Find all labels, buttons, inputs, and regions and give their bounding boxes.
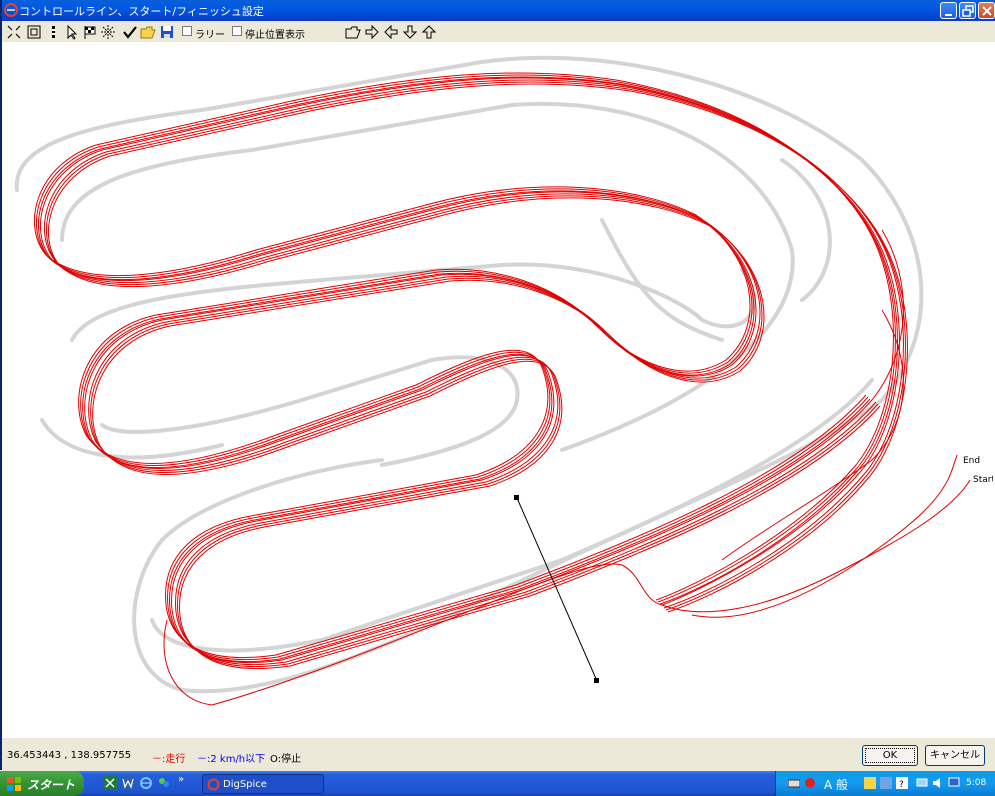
zoom-icon [27,25,41,39]
volume-icon[interactable] [932,777,944,789]
sparkle-button[interactable] [100,24,116,40]
taskbar: スタート » DigSpice A 般 ? 5:08 [0,771,995,796]
ime-tool-icon[interactable] [864,777,876,789]
zoom-button[interactable] [26,24,42,40]
track-inner-edge-4 [150,378,874,653]
lap-traces [33,72,971,706]
track-inner-edge-3 [100,355,520,467]
minimize-icon [945,14,952,16]
fit-icon [7,25,21,39]
rally-checkbox[interactable] [182,26,192,36]
digspice-icon [207,778,220,791]
security-icon[interactable] [804,777,816,789]
flag-icon [84,26,96,39]
title-bar[interactable]: コントロールライン、スタート/フィニッシュ設定 [2,0,995,21]
excel-icon[interactable] [103,776,117,790]
close-button[interactable] [978,2,995,19]
lap-trace-7 [47,83,908,670]
start-label: スタート [27,778,76,792]
coordinates-readout: 36.453443 , 138.957755 [7,750,132,761]
confirm-button[interactable] [122,24,138,40]
svg-text:?: ? [899,780,904,789]
close-icon [982,6,992,16]
start-label: Start [973,475,993,485]
end-label: End [963,456,980,466]
save-button[interactable] [159,24,175,40]
sparkle-icon [101,25,115,39]
arrow-up-icon [421,25,437,39]
task-digspice[interactable]: DigSpice [202,774,324,794]
open-button[interactable] [140,24,156,40]
ime-dict-icon[interactable] [880,777,892,789]
pointer-button[interactable] [64,24,80,40]
control-line-handle-start[interactable] [514,495,519,500]
maximize-button[interactable] [959,2,976,19]
network-icon[interactable] [916,777,928,789]
stop-display-checkbox[interactable] [232,26,242,36]
quicklaunch-more-icon[interactable]: » [178,774,184,785]
arrow-down-icon [402,25,418,39]
messenger-icon[interactable] [157,776,171,790]
legend-slow: －:2 km/h以下 [197,754,266,765]
app-icon [4,3,18,17]
lap-trace-1 [39,77,904,664]
exit-line [661,479,971,613]
control-line-segment[interactable] [516,497,598,682]
toolbar: ラリー 停止位置表示 [2,21,995,42]
windows-logo-icon [7,777,21,791]
nav-open-button[interactable] [345,24,361,40]
stop-display-label: 停止位置表示 [245,30,305,41]
open-icon [345,26,361,39]
window-title: コントロールライン、スタート/フィニッシュ設定 [19,5,264,18]
restore-icon [962,5,974,17]
help-icon[interactable]: ? [896,777,908,789]
move-left-button[interactable] [383,24,399,40]
move-up-button[interactable] [421,24,437,40]
word-icon[interactable] [121,776,135,790]
control-line[interactable] [514,495,599,683]
monitor-icon[interactable] [948,777,960,789]
move-right-button[interactable] [364,24,380,40]
control-line-handle-end[interactable] [594,678,599,683]
lap-trace-5 [45,81,906,668]
legend-stop: O:停止 [270,754,302,765]
lap-trace-6 [33,72,894,659]
status-bar: 36.453443 , 138.957755 －:走行 －:2 km/h以下 O… [2,738,995,771]
ime-indicator[interactable]: A 般 [824,776,848,793]
open-folder-icon [140,26,156,39]
arrow-right-icon [365,24,379,40]
marker-icon [52,26,55,38]
save-icon [161,26,173,38]
pointer-icon [67,24,78,40]
legend-run: －:走行 [152,754,186,765]
cancel-button[interactable]: キャンセル [925,745,985,766]
rally-label: ラリー [195,30,225,41]
ok-button[interactable]: OK [862,745,918,766]
flag-button[interactable] [82,24,98,40]
system-tray: A 般 ? 5:08 [775,771,995,796]
minimize-button[interactable] [940,2,957,19]
track-map[interactable]: End Start [2,42,995,738]
main-window: コントロールライン、スタート/フィニッシュ設定 ラリー 停止位置表示 End S… [0,0,995,771]
fit-view-button[interactable] [6,24,22,40]
arrow-left-icon [384,24,398,40]
check-icon [123,26,137,39]
clock: 5:08 [966,778,987,788]
move-down-button[interactable] [402,24,418,40]
marker-button[interactable] [46,24,62,40]
start-button[interactable]: スタート [0,771,84,796]
keyboard-icon[interactable] [788,777,800,789]
task-label: DigSpice [223,779,267,790]
ie-icon[interactable] [139,776,153,790]
track-canvas[interactable]: End Start [2,42,995,738]
